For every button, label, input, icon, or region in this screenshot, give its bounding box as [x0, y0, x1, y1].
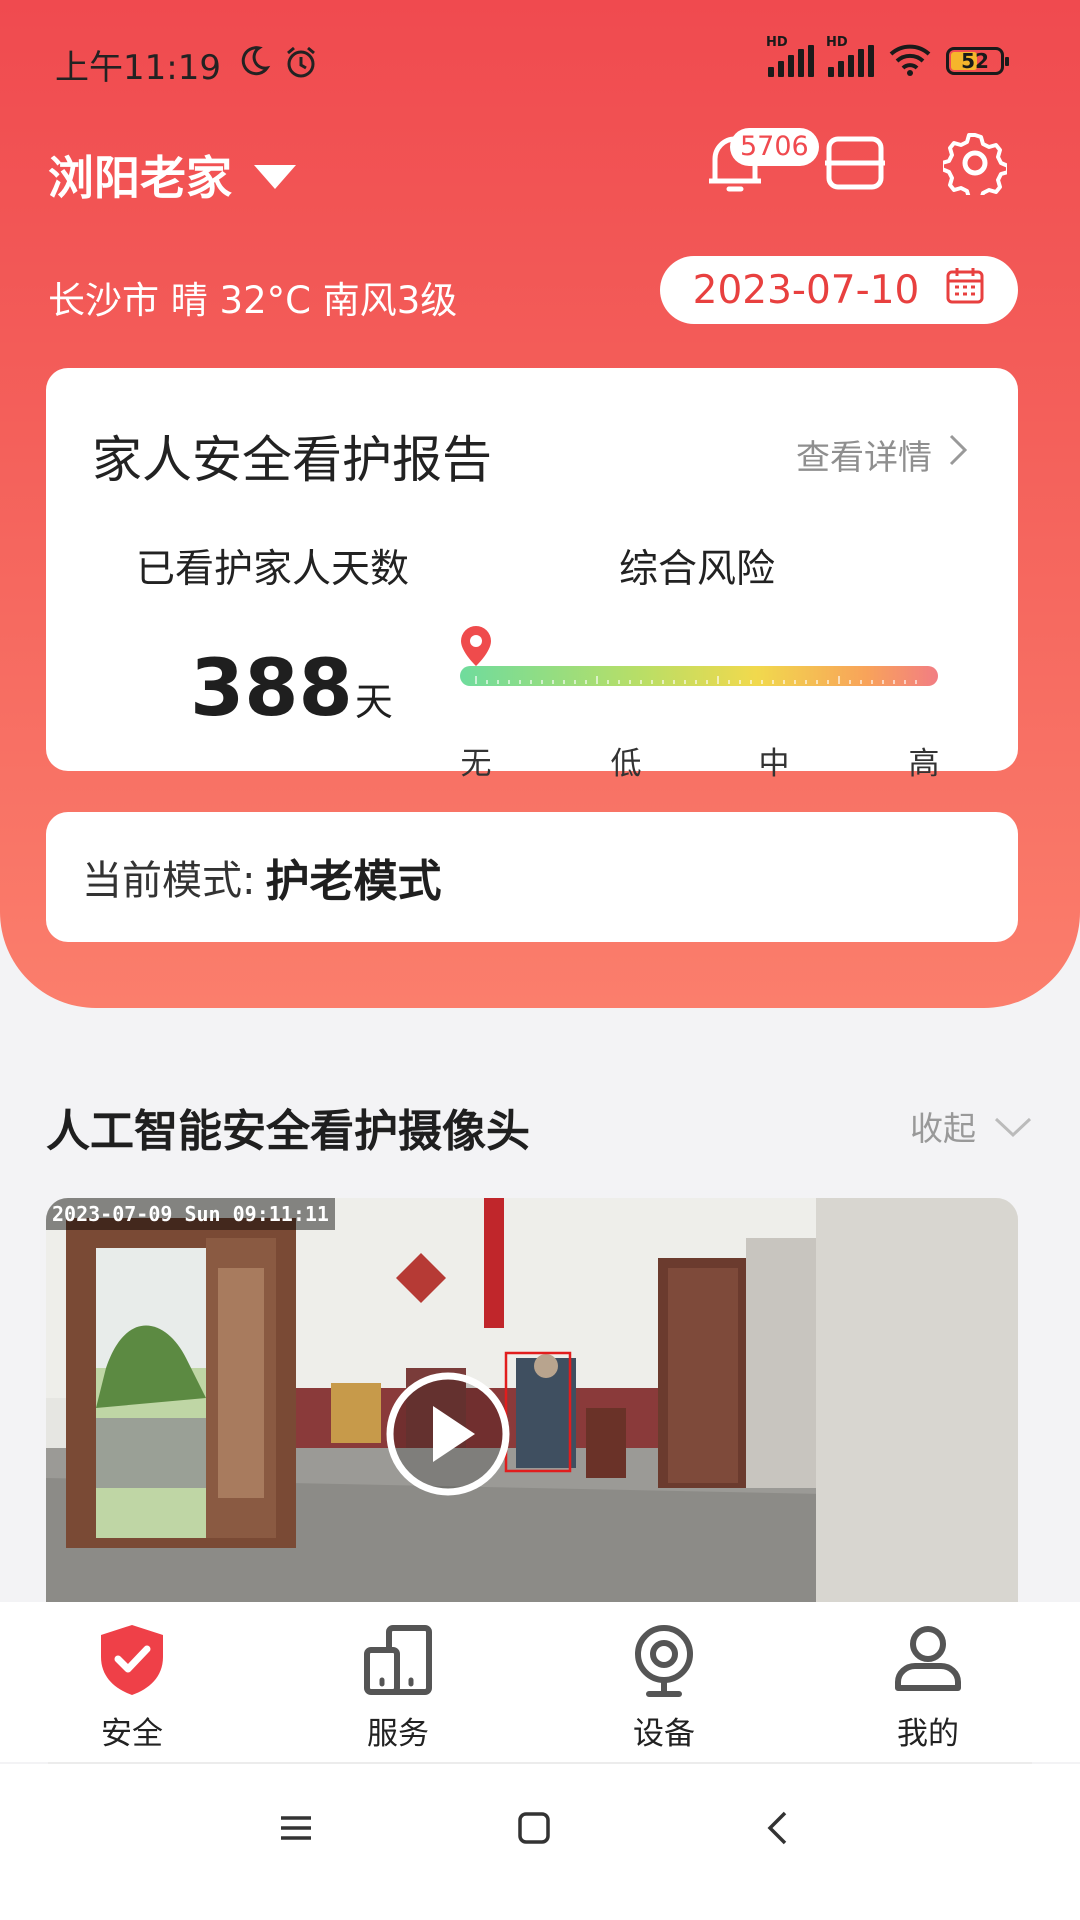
camera-video-thumbnail[interactable]: 2023-07-09 Sun 09:11:11 [46, 1198, 1018, 1602]
nav-item-safety[interactable]: 安全 [52, 1622, 212, 1753]
risk-label: 综合风险 [619, 547, 776, 592]
view-details-label: 查看详情 [796, 438, 932, 478]
guarded-days-number: 388 [190, 644, 353, 734]
current-mode-card[interactable]: 当前模式: 护老模式 [46, 812, 1018, 942]
risk-level-none: 无 [460, 746, 492, 782]
status-left-icons [237, 44, 319, 84]
nav-label-service: 服务 [367, 1716, 429, 1752]
location-selector[interactable]: 浏阳老家 [48, 142, 296, 208]
nav-label-me: 我的 [897, 1716, 959, 1752]
chevron-right-icon [948, 433, 968, 476]
user-icon [893, 1622, 963, 1702]
collapse-button[interactable]: 收起 [910, 1102, 1032, 1150]
nav-label-device: 设备 [633, 1716, 695, 1752]
risk-level-low: 低 [610, 746, 642, 782]
mode-value: 护老模式 [265, 856, 442, 907]
guarded-days-label: 已看护家人天数 [136, 547, 410, 592]
moon-icon [237, 44, 271, 84]
status-time: 上午11:19 [55, 48, 221, 88]
guarded-days-unit: 天 [354, 680, 393, 724]
risk-gauge [460, 666, 938, 686]
hd-signal-icon: HD [826, 35, 874, 77]
nav-item-me[interactable]: 我的 [848, 1622, 1008, 1753]
devices-icon [363, 1622, 433, 1702]
bottom-nav: 安全 服务 设备 我的 [0, 1602, 1080, 1762]
status-right-icons: HD HD 52 [766, 35, 1009, 80]
top-actions: 5706 [700, 128, 1010, 202]
app-screen: 上午11:19 HD HD 52 浏阳老家 5706 长沙市 晴 32°C 南风… [0, 0, 1080, 1920]
calendar-icon [945, 265, 985, 315]
home-icon[interactable] [516, 1810, 552, 1850]
gear-icon [940, 131, 1010, 202]
notification-button[interactable]: 5706 [700, 128, 819, 200]
mode-label: 当前模式: [82, 858, 256, 904]
date-picker[interactable]: 2023-07-10 [660, 256, 1018, 324]
settings-button[interactable] [940, 130, 1010, 202]
chevron-down-icon [994, 1107, 1032, 1146]
wifi-icon [888, 42, 932, 80]
camera-section-title: 人工智能安全看护摄像头 [46, 1106, 530, 1157]
report-title: 家人安全看护报告 [92, 431, 492, 489]
nav-label-safety: 安全 [101, 1716, 163, 1752]
view-details-link[interactable]: 查看详情 [796, 430, 968, 479]
camera-icon [629, 1622, 699, 1702]
weather-info: 长沙市 晴 32°C 南风3级 [48, 279, 458, 322]
collapse-label: 收起 [910, 1109, 976, 1148]
scan-icon [825, 133, 885, 197]
camera-scene [46, 1198, 1018, 1602]
status-bar: 上午11:19 HD HD 52 [0, 0, 1080, 120]
menu-icon[interactable] [278, 1810, 314, 1850]
battery-level: 52 [961, 49, 989, 73]
system-nav-bar [0, 1764, 1080, 1920]
scan-button[interactable] [820, 130, 890, 200]
guarded-days-value: 388 天 [190, 644, 393, 734]
alarm-icon [283, 44, 319, 84]
selected-date: 2023-07-10 [692, 267, 920, 313]
risk-scale: 无 低 中 高 [460, 738, 940, 782]
shield-check-icon [97, 1622, 167, 1702]
nav-item-device[interactable]: 设备 [584, 1622, 744, 1753]
location-name: 浏阳老家 [48, 151, 232, 205]
location-pin-icon [459, 624, 493, 672]
battery-icon: 52 [946, 47, 1009, 75]
safety-report-card: 家人安全看护报告 查看详情 已看护家人天数 综合风险 388 天 无 低 中 高 [46, 368, 1018, 782]
notification-badge: 5706 [730, 128, 819, 166]
hd-signal-icon: HD [766, 35, 814, 77]
nav-item-service[interactable]: 服务 [318, 1622, 478, 1753]
risk-level-medium: 中 [758, 746, 790, 782]
video-timestamp: 2023-07-09 Sun 09:11:11 [46, 1198, 335, 1230]
risk-level-high: 高 [908, 746, 940, 782]
caret-down-icon [254, 165, 296, 189]
back-icon[interactable] [760, 1810, 796, 1850]
